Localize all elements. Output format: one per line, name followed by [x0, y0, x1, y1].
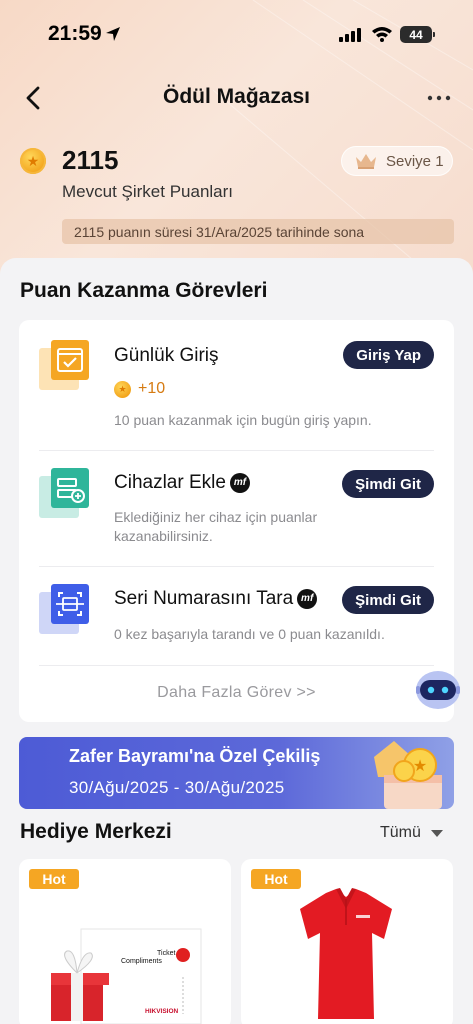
- gift-ticket-image: Ticket Compliments HIKVISION: [51, 928, 202, 1024]
- add-device-icon: [39, 468, 89, 518]
- coin-icon: [20, 148, 46, 174]
- gift-box-icon: ★: [374, 741, 442, 809]
- svg-text:★: ★: [413, 756, 427, 775]
- gift-center-title: Hediye Merkezi: [20, 820, 172, 843]
- assistant-robot-icon[interactable]: [414, 668, 462, 712]
- task-title: Günlük Giriş: [114, 345, 219, 366]
- cellular-signal-icon: [339, 28, 361, 42]
- login-button[interactable]: Giriş Yap: [343, 341, 434, 369]
- level-badge[interactable]: Seviye 1: [341, 146, 453, 176]
- status-bar: 21:59 44: [0, 0, 473, 70]
- task-title-row: Cihazlar Ekle mf: [114, 472, 250, 494]
- points-label: Mevcut Şirket Puanları: [62, 182, 234, 201]
- ticket-compliments-label: Compliments: [121, 958, 162, 965]
- points-value: 2115: [62, 145, 119, 175]
- product-card-polo-shirt[interactable]: Hot: [241, 859, 453, 1024]
- more-options-icon[interactable]: [425, 90, 453, 106]
- red-polo-shirt-image: [300, 888, 392, 1019]
- ticket-label: Ticket: [157, 950, 175, 957]
- task-description: 10 puan kazanmak için bugün giriş yapın.: [114, 412, 372, 428]
- task-add-devices: Cihazlar Ekle mf Şimdi Git Eklediğiniz he…: [19, 450, 454, 566]
- task-title: Seri Numarasını Tara: [114, 588, 294, 609]
- wifi-icon: [372, 27, 392, 42]
- promo-banner[interactable]: Zafer Bayramı'na Özel Çekiliş 30/Ağu/202…: [19, 737, 454, 809]
- go-now-button[interactable]: Şimdi Git: [342, 586, 434, 614]
- banner-title: Zafer Bayramı'na Özel Çekiliş: [69, 746, 321, 766]
- points-expiry-notice: 2115 puanın süresi 31/Ara/2025 tarihinde…: [62, 219, 454, 244]
- more-tasks-link[interactable]: Daha Fazla Görev >>: [19, 684, 454, 702]
- hikvision-logo: HIKVISION: [145, 1008, 179, 1015]
- task-reward: +10: [114, 380, 165, 398]
- crown-icon: [356, 154, 376, 169]
- level-label: Seviye 1: [386, 152, 444, 170]
- location-arrow-icon: [106, 27, 120, 41]
- calendar-check-icon: [39, 340, 89, 390]
- gift-filter-dropdown[interactable]: Tümü: [380, 824, 443, 842]
- tasks-section-title: Puan Kazanma Görevleri: [20, 279, 268, 302]
- go-now-button[interactable]: Şimdi Git: [342, 470, 434, 498]
- banner-dates: 30/Ağu/2025 - 30/Ağu/2025: [69, 778, 285, 797]
- reward-points: +10: [138, 380, 166, 397]
- task-daily-login: Günlük Giriş Giriş Yap +10 10 puan kazan…: [19, 320, 454, 440]
- task-scan-serial: Seri Numarasını Tara mf Şimdi Git 0 kez b…: [19, 566, 454, 666]
- coin-icon: [114, 380, 131, 398]
- status-time: 21:59: [48, 22, 102, 45]
- mf-badge-icon: mf: [297, 588, 318, 609]
- battery-icon: 44: [400, 26, 435, 43]
- task-description: Eklediğiniz her cihaz için puanlar kazan…: [114, 509, 318, 544]
- filter-label: Tümü: [380, 824, 421, 841]
- tasks-card: Günlük Giriş Giriş Yap +10 10 puan kazan…: [19, 320, 454, 722]
- product-card-ticket[interactable]: Hot Ticket Compliments HIKVISION: [19, 859, 231, 1024]
- caret-down-icon: [430, 829, 443, 837]
- page-title: Ödül Mağazası: [162, 85, 311, 108]
- task-title: Cihazlar Ekle: [114, 472, 226, 493]
- battery-level: 44: [409, 27, 423, 42]
- task-description: 0 kez başarıyla tarandı ve 0 puan kazanı…: [114, 626, 385, 642]
- divider: [39, 665, 434, 666]
- hot-tag: Hot: [29, 869, 79, 889]
- hot-tag: Hot: [251, 869, 301, 889]
- mf-badge-icon: mf: [229, 472, 250, 493]
- scan-icon: [39, 584, 89, 634]
- task-title-row: Seri Numarasını Tara mf: [114, 588, 318, 610]
